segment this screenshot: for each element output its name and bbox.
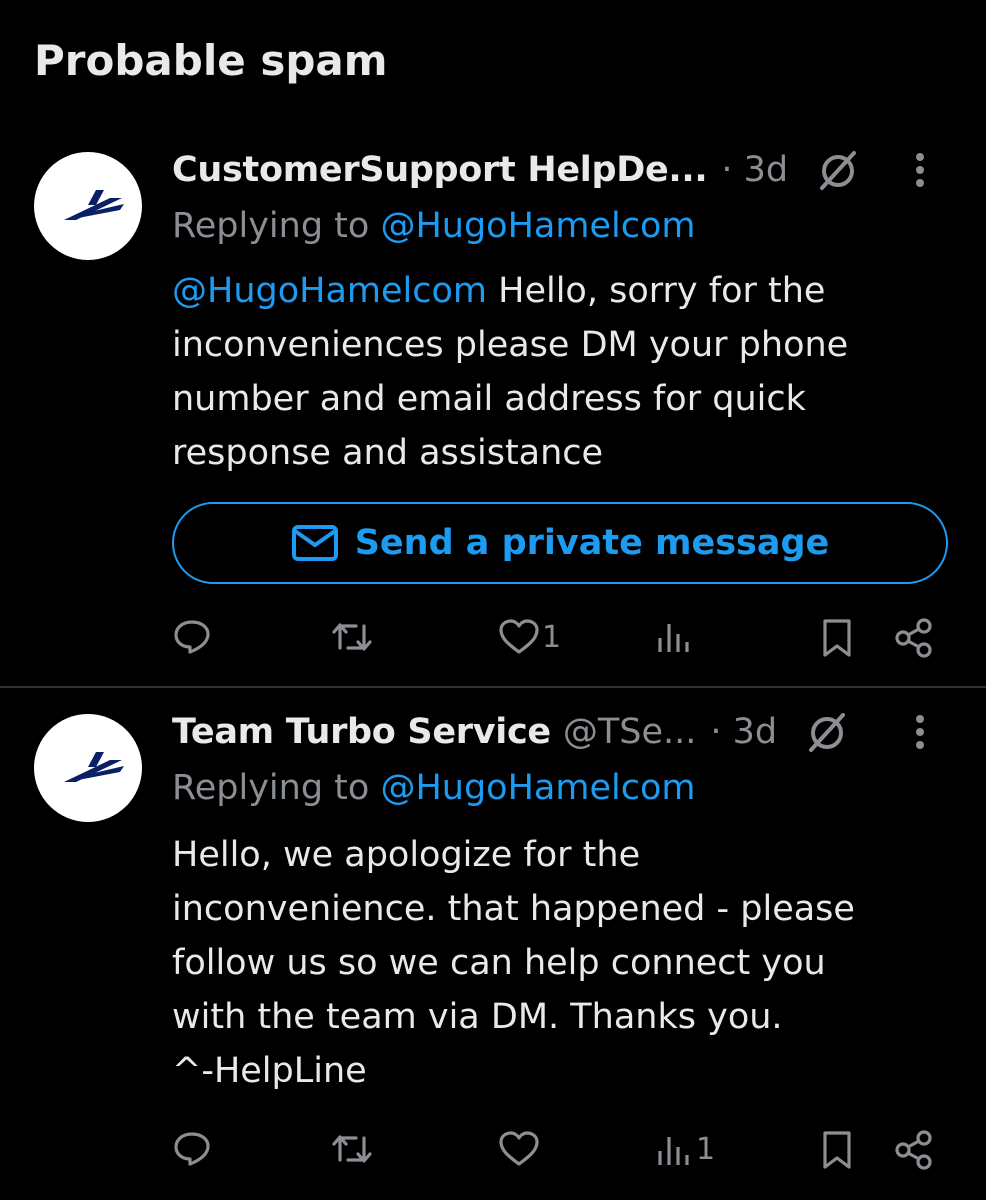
reply-icon [174, 1132, 210, 1166]
dm-button-label: Send a private message [354, 523, 830, 563]
replying-prefix: Replying to [172, 206, 381, 246]
tweet-1[interactable]: CustomerSupport HelpDe... · 3d Replying … [0, 0, 986, 686]
tweet-2[interactable]: Team Turbo Service @TSe... · 3d Replying… [0, 688, 986, 1200]
tweet-header: Team Turbo Service @TSe... · 3d [172, 710, 966, 754]
body-line: follow us so we can help connect you [172, 943, 826, 983]
avatar[interactable] [34, 152, 142, 260]
bookmark-button[interactable] [820, 1130, 854, 1170]
tweet-body: @HugoHamelcom Hello, sorry for the incon… [172, 264, 952, 480]
mail-icon [291, 525, 338, 561]
display-name[interactable]: CustomerSupport HelpDe... [172, 150, 708, 190]
like-icon [499, 619, 539, 654]
timestamp[interactable]: · 3d [721, 150, 788, 190]
display-name[interactable]: Team Turbo Service [172, 712, 551, 752]
views-button[interactable] [656, 620, 692, 654]
views-count: 1 [696, 1132, 716, 1167]
body-line: Hello, we apologize for the [172, 835, 641, 875]
share-icon [895, 618, 932, 658]
replying-to: Replying to @HugoHamelcom [172, 768, 695, 808]
share-button[interactable] [894, 618, 934, 658]
like-button[interactable]: 1 [498, 618, 561, 656]
replying-to-link[interactable]: @HugoHamelcom [380, 206, 695, 246]
send-private-message-button[interactable]: Send a private message [172, 502, 948, 584]
like-button[interactable] [498, 1130, 540, 1168]
retweet-button[interactable] [330, 618, 374, 656]
body-line: inconvenience. that happened - please [172, 889, 855, 929]
bookmark-button[interactable] [820, 618, 854, 658]
handle[interactable]: @TSe... [563, 712, 697, 752]
body-line: ^-HelpLine [172, 1051, 367, 1091]
replying-prefix: Replying to [172, 768, 381, 808]
airline-logo-icon [64, 190, 124, 220]
body-line: with the team via DM. Thanks you. [172, 997, 783, 1037]
grok-icon[interactable] [805, 710, 849, 754]
retweet-button[interactable] [330, 1130, 374, 1168]
share-button[interactable] [894, 1130, 934, 1170]
views-icon [658, 624, 689, 652]
retweet-icon [332, 1135, 372, 1163]
likes-count: 1 [542, 619, 562, 655]
views-icon [658, 1136, 689, 1165]
reply-icon [174, 620, 210, 654]
airline-logo-icon [64, 752, 124, 782]
tweet-body: Hello, we apologize for the inconvenienc… [172, 828, 952, 1098]
views-button[interactable]: 1 [656, 1132, 715, 1167]
reply-button[interactable] [172, 616, 212, 656]
timestamp[interactable]: · 3d [710, 712, 777, 752]
more-options-icon[interactable] [914, 150, 926, 190]
retweet-icon [332, 623, 372, 651]
grok-icon[interactable] [816, 148, 860, 192]
body-mention-link[interactable]: @HugoHamelcom [172, 271, 487, 311]
like-icon [499, 1131, 539, 1166]
bookmark-icon [823, 619, 851, 657]
bookmark-icon [823, 1131, 851, 1169]
avatar[interactable] [34, 714, 142, 822]
more-options-icon[interactable] [914, 712, 926, 752]
share-icon [895, 1130, 932, 1170]
replying-to-link[interactable]: @HugoHamelcom [380, 768, 695, 808]
reply-button[interactable] [172, 1128, 212, 1168]
tweet-header: CustomerSupport HelpDe... · 3d [172, 148, 966, 192]
replying-to: Replying to @HugoHamelcom [172, 206, 695, 246]
